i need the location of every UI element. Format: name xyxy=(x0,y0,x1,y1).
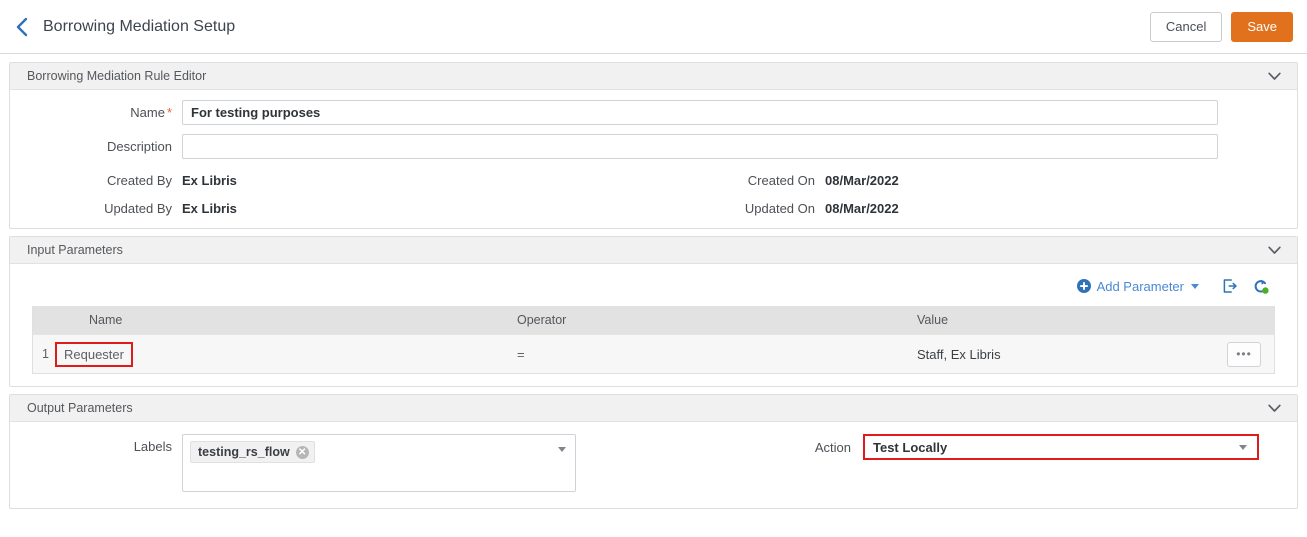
updated-by-group: Updated By Ex Libris xyxy=(10,201,660,216)
export-icon[interactable] xyxy=(1215,275,1245,297)
updated-on-label: Updated On xyxy=(744,201,815,216)
chevron-down-icon[interactable] xyxy=(1261,397,1287,419)
updated-on-value: 08/Mar/2022 xyxy=(825,201,899,216)
output-parameters-panel-body: Labels testing_rs_flow ✕ Action Test Loc… xyxy=(10,422,1297,508)
close-circle-icon[interactable]: ✕ xyxy=(295,445,309,459)
rule-editor-panel-body: Name* Description Created By Ex Libris C… xyxy=(10,90,1297,228)
column-header-name: Name xyxy=(89,313,123,327)
chevron-down-icon[interactable] xyxy=(1261,239,1287,261)
description-row: Description xyxy=(10,134,1297,159)
output-parameters-panel: Output Parameters Labels testing_rs_flow… xyxy=(9,394,1298,509)
labels-label: Labels xyxy=(133,439,172,454)
input-parameters-panel: Input Parameters Add Parameter Name Oper… xyxy=(9,236,1298,387)
add-parameter-button[interactable]: Add Parameter xyxy=(1076,278,1199,294)
label-chip[interactable]: testing_rs_flow ✕ xyxy=(190,441,315,463)
row-index: 1 xyxy=(42,347,49,361)
rule-editor-panel-title: Borrowing Mediation Rule Editor xyxy=(27,69,207,83)
save-button[interactable]: Save xyxy=(1231,11,1293,42)
row-operator-cell: = xyxy=(517,346,525,362)
caret-down-icon xyxy=(1191,283,1199,289)
chevron-down-icon[interactable] xyxy=(1261,65,1287,87)
action-dropdown[interactable]: Test Locally xyxy=(863,434,1259,460)
input-parameters-panel-body: Add Parameter Name Operator Value 1 Requ… xyxy=(10,264,1297,386)
description-label: Description xyxy=(106,139,172,154)
refresh-icon[interactable] xyxy=(1245,275,1275,297)
parameter-name-highlight[interactable]: Requester xyxy=(55,341,133,367)
label-chip-text: testing_rs_flow xyxy=(198,445,290,459)
row-actions-button[interactable]: ••• xyxy=(1227,341,1261,367)
back-chevron-icon[interactable] xyxy=(8,14,34,40)
rule-editor-panel: Borrowing Mediation Rule Editor Name* De… xyxy=(9,62,1298,229)
table-header-row: Name Operator Value xyxy=(33,306,1274,334)
caret-down-icon[interactable] xyxy=(558,447,566,452)
labels-multiselect[interactable]: testing_rs_flow ✕ xyxy=(182,434,576,492)
required-marker: * xyxy=(166,105,172,120)
caret-down-icon xyxy=(1239,445,1247,450)
action-label: Action xyxy=(814,439,851,455)
name-label: Name * xyxy=(10,105,182,120)
updated-on-group: Updated On 08/Mar/2022 xyxy=(660,201,899,216)
page-content: Borrowing Mediation Rule Editor Name* De… xyxy=(0,54,1307,509)
input-parameters-panel-header[interactable]: Input Parameters xyxy=(10,237,1297,264)
row-actions-cell: ••• xyxy=(1214,341,1274,367)
created-on-group: Created On 08/Mar/2022 xyxy=(660,173,899,188)
page-title: Borrowing Mediation Setup xyxy=(43,17,236,35)
created-on-label: Created On xyxy=(747,173,815,188)
rule-editor-panel-header[interactable]: Borrowing Mediation Rule Editor xyxy=(10,63,1297,90)
created-row: Created By Ex Libris Created On 08/Mar/2… xyxy=(10,173,1297,188)
plus-circle-icon xyxy=(1076,279,1091,293)
row-name-cell: Requester xyxy=(55,341,505,367)
name-label-text: Name xyxy=(130,105,165,120)
created-on-value: 08/Mar/2022 xyxy=(825,173,899,188)
column-header-value: Value xyxy=(917,313,949,327)
updated-by-value: Ex Libris xyxy=(182,201,237,216)
description-input[interactable] xyxy=(182,134,1218,159)
updated-by-label: Updated By xyxy=(104,201,172,216)
cancel-button[interactable]: Cancel xyxy=(1149,11,1223,42)
row-value-cell: Staff, Ex Libris xyxy=(917,346,1001,362)
input-parameters-panel-title: Input Parameters xyxy=(27,243,123,257)
updated-row: Updated By Ex Libris Updated On 08/Mar/2… xyxy=(10,201,1297,216)
output-parameters-panel-header[interactable]: Output Parameters xyxy=(10,395,1297,422)
labels-group: Labels testing_rs_flow ✕ xyxy=(10,434,576,492)
input-parameters-table: Name Operator Value 1 Requester = Staff,… xyxy=(32,306,1275,374)
name-row: Name * xyxy=(10,100,1297,125)
page-header: Borrowing Mediation Setup Cancel Save xyxy=(0,0,1307,54)
created-by-value: Ex Libris xyxy=(182,173,237,188)
input-parameters-toolbar: Add Parameter xyxy=(10,273,1297,306)
action-group: Action Test Locally xyxy=(743,434,1259,460)
column-header-operator: Operator xyxy=(517,313,567,327)
add-parameter-label: Add Parameter xyxy=(1096,278,1184,294)
output-parameters-panel-title: Output Parameters xyxy=(27,401,133,415)
created-by-label: Created By xyxy=(106,173,172,188)
name-input[interactable] xyxy=(182,100,1218,125)
action-selected-value: Test Locally xyxy=(873,439,948,455)
created-by-group: Created By Ex Libris xyxy=(10,173,660,188)
table-row[interactable]: 1 Requester = Staff, Ex Libris ••• xyxy=(33,334,1274,373)
